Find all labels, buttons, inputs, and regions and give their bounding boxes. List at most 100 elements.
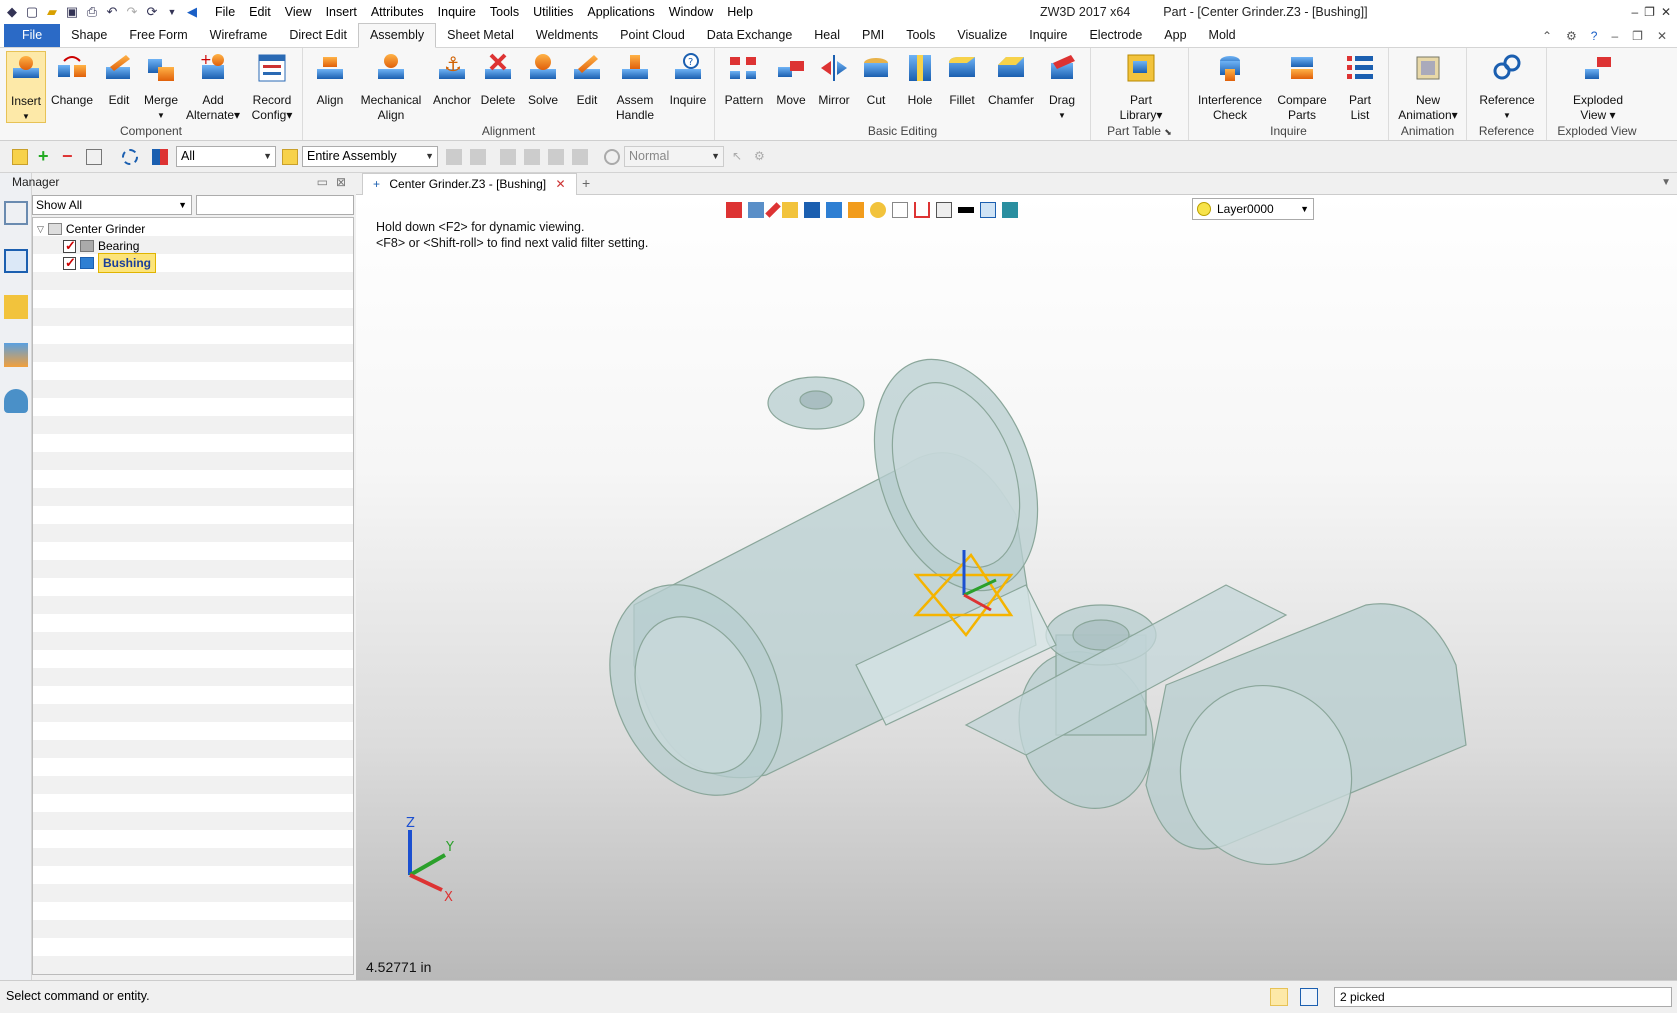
- menu-view[interactable]: View: [278, 0, 319, 24]
- tool-icon-g[interactable]: ↖: [732, 149, 748, 165]
- tab-inquire[interactable]: Inquire: [1018, 24, 1078, 47]
- gear-icon[interactable]: ⚙: [1566, 24, 1577, 48]
- restore-doc-icon[interactable]: ❐: [1632, 24, 1643, 48]
- restore-icon[interactable]: ❐: [1644, 0, 1655, 24]
- pin-icon[interactable]: ▭: [317, 173, 328, 191]
- hole-button[interactable]: Hole: [899, 51, 941, 108]
- scope-icon[interactable]: [282, 149, 298, 165]
- tab-menu-icon[interactable]: ▼: [1661, 177, 1671, 188]
- menu-help[interactable]: Help: [720, 0, 760, 24]
- tree-root-row[interactable]: ▽ Center Grinder: [37, 220, 145, 238]
- lasso-icon[interactable]: [122, 149, 138, 165]
- view-exit-icon[interactable]: [726, 202, 742, 218]
- manager-search-input[interactable]: [196, 195, 354, 215]
- tab-heal[interactable]: Heal: [803, 24, 851, 47]
- fillet-button[interactable]: Fillet: [941, 51, 983, 108]
- chamfer-button[interactable]: Chamfer: [983, 51, 1039, 108]
- cut-button[interactable]: Cut: [855, 51, 897, 108]
- tool-icon-h[interactable]: ⚙: [754, 149, 770, 165]
- tab-visualize[interactable]: Visualize: [946, 24, 1018, 47]
- menu-edit[interactable]: Edit: [242, 0, 278, 24]
- menu-inquire[interactable]: Inquire: [431, 0, 483, 24]
- edit-component-button[interactable]: Edit: [98, 51, 140, 108]
- add-alternate-button[interactable]: + Add Alternate▾: [184, 51, 242, 123]
- cube-view-icon[interactable]: [804, 202, 820, 218]
- filter-icon[interactable]: [152, 149, 168, 165]
- layer-dropdown[interactable]: Layer0000 ▼: [1192, 198, 1314, 220]
- tool-icon-d[interactable]: [524, 149, 540, 165]
- move-button[interactable]: Move: [769, 51, 813, 108]
- close-tab-icon[interactable]: ✕: [555, 177, 565, 191]
- bearing-visibility-checkbox[interactable]: [63, 237, 76, 255]
- pin-tab-icon[interactable]: +: [373, 177, 380, 191]
- remove-filter-icon[interactable]: −: [62, 147, 78, 165]
- edit-alignment-button[interactable]: Edit: [567, 51, 607, 108]
- pattern-button[interactable]: Pattern: [719, 51, 769, 108]
- menu-utilities[interactable]: Utilities: [526, 0, 580, 24]
- merge-button[interactable]: Merge ▼: [140, 51, 182, 123]
- reference-button[interactable]: Reference ▼: [1471, 51, 1543, 123]
- record-config-button[interactable]: Record Config▾: [244, 51, 300, 123]
- tab-wireframe[interactable]: Wireframe: [199, 24, 279, 47]
- show-filter-dropdown[interactable]: Show All ▼: [32, 195, 192, 215]
- line-color-icon[interactable]: [958, 207, 974, 213]
- tab-mold[interactable]: Mold: [1198, 24, 1247, 47]
- history-icon[interactable]: [4, 201, 28, 225]
- part-library-button[interactable]: Part Library▾: [1113, 51, 1169, 123]
- shading-icon[interactable]: [826, 202, 842, 218]
- assem-handle-button[interactable]: Assem Handle: [607, 51, 663, 123]
- collapse-icon[interactable]: ▽: [37, 220, 44, 238]
- add-filter-icon[interactable]: +: [38, 147, 54, 165]
- dialog-launcher-icon[interactable]: ⬊: [1164, 127, 1172, 137]
- undo-icon[interactable]: ↶: [104, 4, 120, 20]
- save-icon[interactable]: ▣: [64, 4, 80, 20]
- model-geometry[interactable]: [606, 305, 1606, 885]
- menu-attributes[interactable]: Attributes: [364, 0, 431, 24]
- new-animation-button[interactable]: New Animation▾: [1391, 51, 1465, 123]
- filter-view-icon[interactable]: [936, 202, 952, 218]
- tab-electrode[interactable]: Electrode: [1078, 24, 1153, 47]
- mode-dropdown[interactable]: Normal ▼: [624, 146, 724, 167]
- tab-free-form[interactable]: Free Form: [118, 24, 198, 47]
- tab-shape[interactable]: Shape: [60, 24, 118, 47]
- bushing-visibility-checkbox[interactable]: [63, 254, 76, 272]
- render-icon[interactable]: [848, 202, 864, 218]
- interference-check-button[interactable]: Interference Check: [1193, 51, 1267, 123]
- change-button[interactable]: Change: [50, 51, 94, 108]
- menu-file[interactable]: File: [208, 0, 242, 24]
- menu-applications[interactable]: Applications: [580, 0, 661, 24]
- delete-button[interactable]: Delete: [475, 51, 521, 108]
- tool-icon-c[interactable]: [500, 149, 516, 165]
- tree-item-bushing[interactable]: Bushing: [63, 253, 156, 273]
- close-icon[interactable]: ✕: [1661, 0, 1671, 24]
- 3d-viewport[interactable]: Layer0000 ▼ Hold down <F2> for dynamic v…: [356, 195, 1677, 980]
- orient-icon[interactable]: [748, 202, 764, 218]
- menu-window[interactable]: Window: [662, 0, 720, 24]
- inquire-alignment-button[interactable]: ? Inquire: [663, 51, 713, 108]
- align-button[interactable]: Align: [309, 51, 351, 108]
- new-file-icon[interactable]: ▢: [24, 4, 40, 20]
- close-doc-icon[interactable]: ✕: [1657, 24, 1667, 48]
- user-icon[interactable]: [4, 389, 28, 413]
- face-color-icon[interactable]: [980, 202, 996, 218]
- redo-icon[interactable]: ↷: [124, 4, 140, 20]
- tab-weldments[interactable]: Weldments: [525, 24, 609, 47]
- help-icon[interactable]: ?: [1591, 24, 1598, 48]
- compare-parts-button[interactable]: Compare Parts: [1269, 51, 1335, 123]
- tool-icon-a[interactable]: [446, 149, 462, 165]
- part-icon[interactable]: [4, 295, 28, 319]
- box-select-icon[interactable]: [86, 149, 102, 165]
- tab-tools[interactable]: Tools: [895, 24, 946, 47]
- new-tab-icon[interactable]: +: [582, 175, 590, 191]
- document-tab[interactable]: + Center Grinder.Z3 - [Bushing] ✕: [362, 173, 577, 195]
- anchor-button[interactable]: ⚓ Anchor: [429, 51, 475, 108]
- status-view-icon[interactable]: [1270, 988, 1288, 1006]
- minimize-doc-icon[interactable]: –: [1611, 24, 1618, 48]
- menu-insert[interactable]: Insert: [319, 0, 364, 24]
- zoom-box-icon[interactable]: [892, 202, 908, 218]
- print-icon[interactable]: ⎙: [84, 4, 100, 20]
- mirror-button[interactable]: Mirror: [813, 51, 855, 108]
- tab-direct-edit[interactable]: Direct Edit: [278, 24, 358, 47]
- close-panel-icon[interactable]: ⊠: [336, 173, 346, 191]
- open-folder-icon[interactable]: ▰: [44, 4, 60, 20]
